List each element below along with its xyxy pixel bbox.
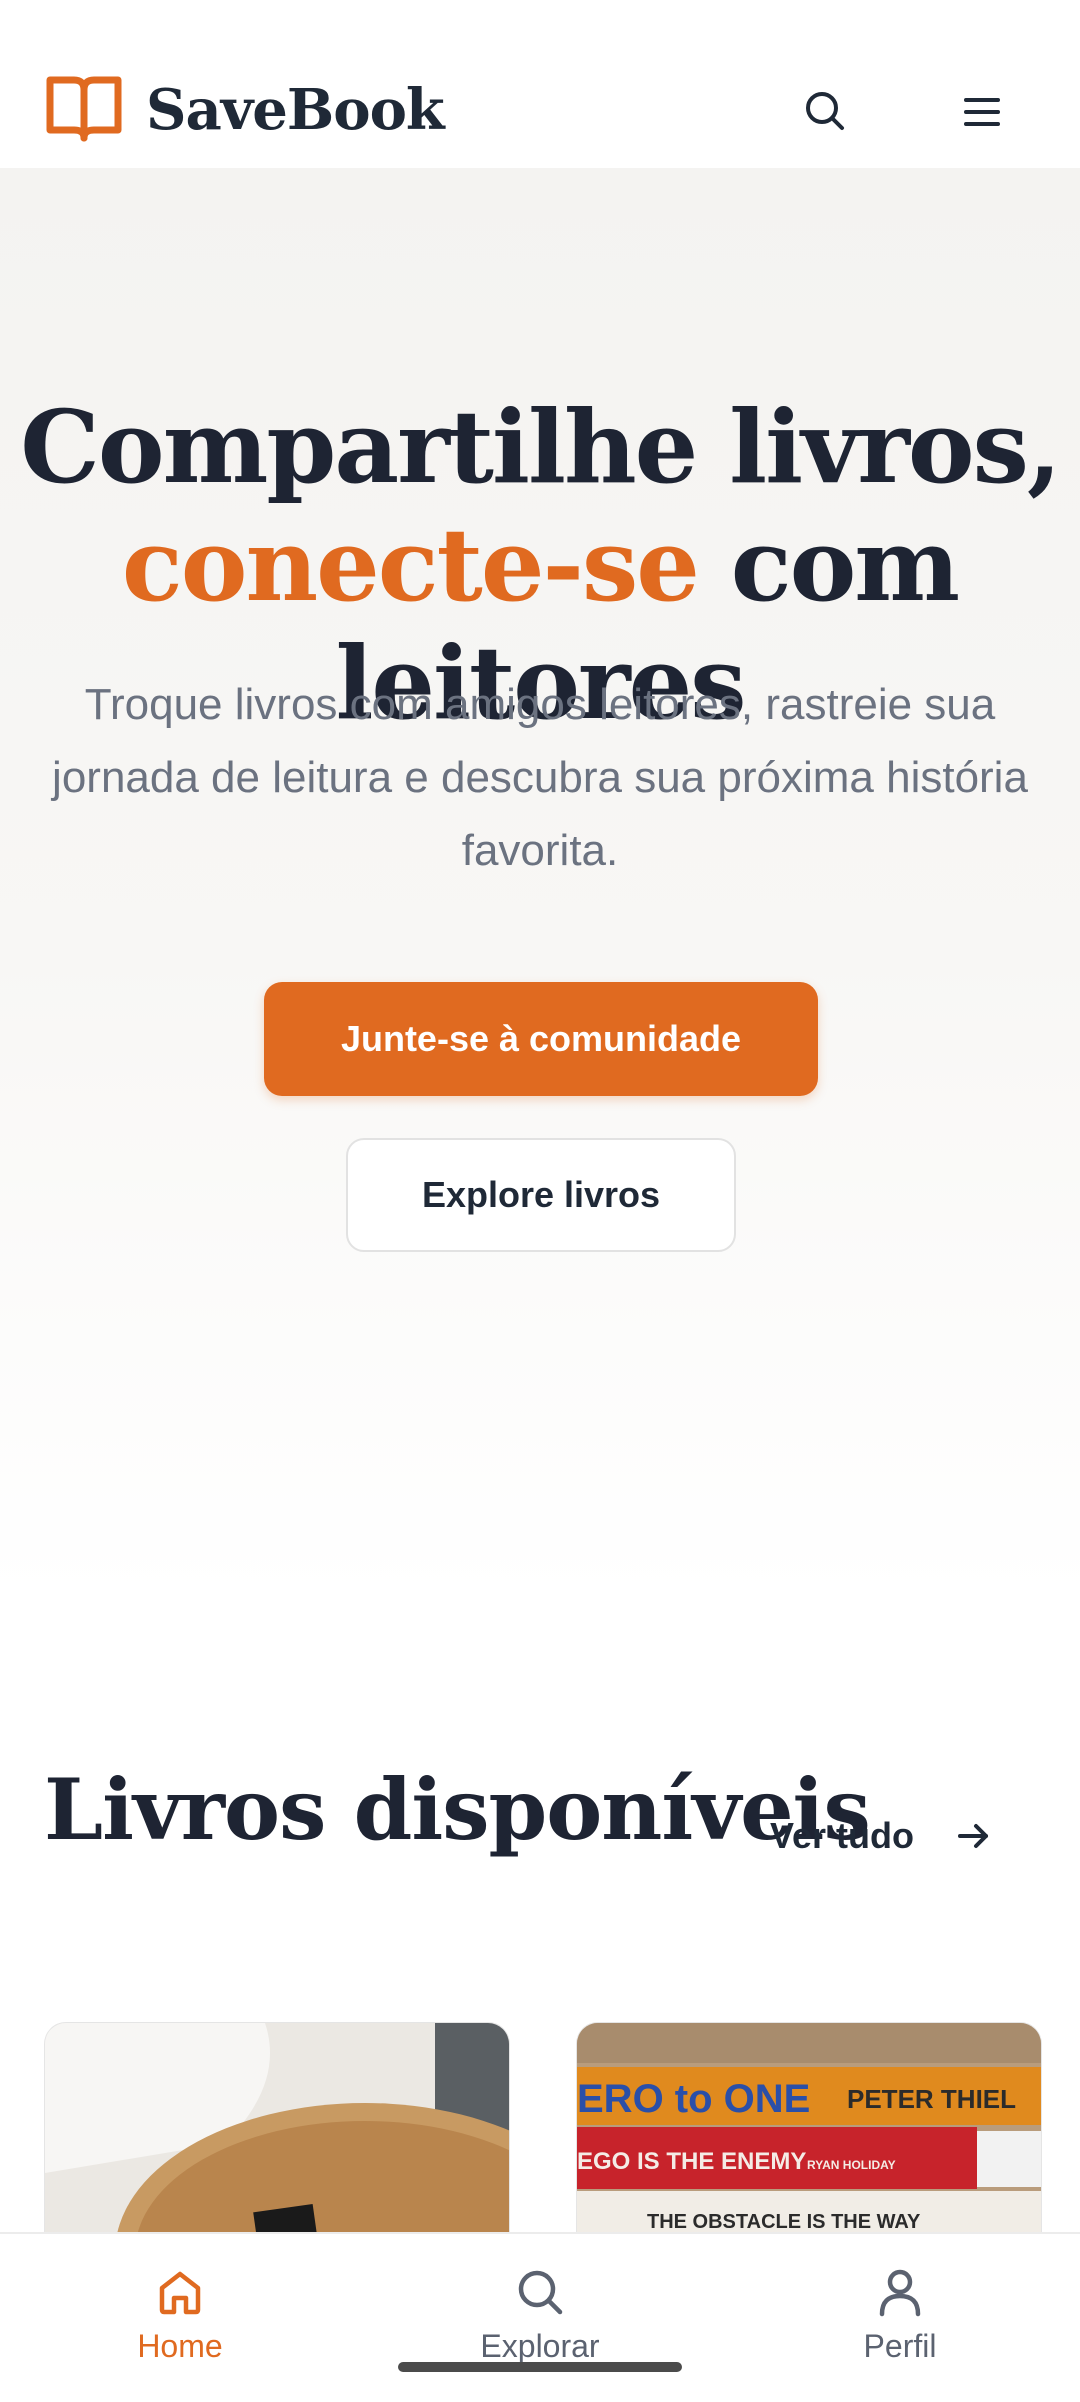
cover-text-ego: EGO IS THE ENEMY bbox=[577, 2148, 806, 2175]
book-card[interactable] bbox=[44, 2022, 510, 2233]
hero-title-accent: conecte-se bbox=[121, 506, 700, 624]
open-book-icon bbox=[46, 76, 122, 142]
hamburger-menu-icon[interactable] bbox=[960, 92, 1004, 132]
cover-text-author-a: PETER THIEL bbox=[847, 2084, 1016, 2114]
section-title: Livros disponíveis bbox=[44, 1760, 871, 1859]
cover-text-zero-to-one: ERO to ONE bbox=[577, 2077, 810, 2121]
book-cover-image: ERO to ONE PETER THIEL EGO IS THE ENEMY … bbox=[577, 2023, 1041, 2233]
join-community-button[interactable]: Junte-se à comunidade bbox=[264, 982, 818, 1096]
explore-books-button[interactable]: Explore livros bbox=[346, 1138, 736, 1252]
home-icon bbox=[159, 2271, 201, 2315]
nav-item-explore[interactable]: Explorar bbox=[440, 2264, 640, 2365]
nav-item-profile[interactable]: Perfil bbox=[800, 2264, 1000, 2365]
cover-text-author-b: RYAN HOLIDAY bbox=[807, 2158, 896, 2172]
bottom-navigation: Home Explorar Perfil bbox=[0, 2232, 1080, 2402]
hero-title-line1: Compartilhe livros, bbox=[20, 388, 1061, 506]
nav-label-home: Home bbox=[137, 2328, 223, 2364]
see-all-label: Ver tudo bbox=[770, 1815, 915, 1856]
brand-name[interactable]: SaveBook bbox=[146, 76, 445, 144]
search-icon[interactable] bbox=[800, 86, 850, 136]
user-icon bbox=[879, 2269, 921, 2317]
arrow-right-icon bbox=[958, 1824, 989, 1848]
nav-label-profile: Perfil bbox=[863, 2328, 937, 2364]
cover-text-obstacle: THE OBSTACLE IS THE WAY bbox=[647, 2211, 921, 2233]
nav-item-home[interactable]: Home bbox=[80, 2264, 280, 2365]
hero-subtitle: Troque livros com amigos leitores, rastr… bbox=[52, 680, 1028, 875]
see-all-link[interactable]: Ver tudo bbox=[770, 1812, 994, 1860]
book-card[interactable]: ERO to ONE PETER THIEL EGO IS THE ENEMY … bbox=[576, 2022, 1042, 2233]
app-header: SaveBook bbox=[0, 0, 1080, 169]
nav-label-explore: Explorar bbox=[480, 2328, 600, 2364]
hero-section: Compartilhe livros, conecte-se com leito… bbox=[0, 168, 1080, 1598]
book-cover-image bbox=[45, 2023, 509, 2233]
gesture-home-indicator[interactable] bbox=[398, 2362, 682, 2372]
search-icon bbox=[518, 2270, 563, 2315]
